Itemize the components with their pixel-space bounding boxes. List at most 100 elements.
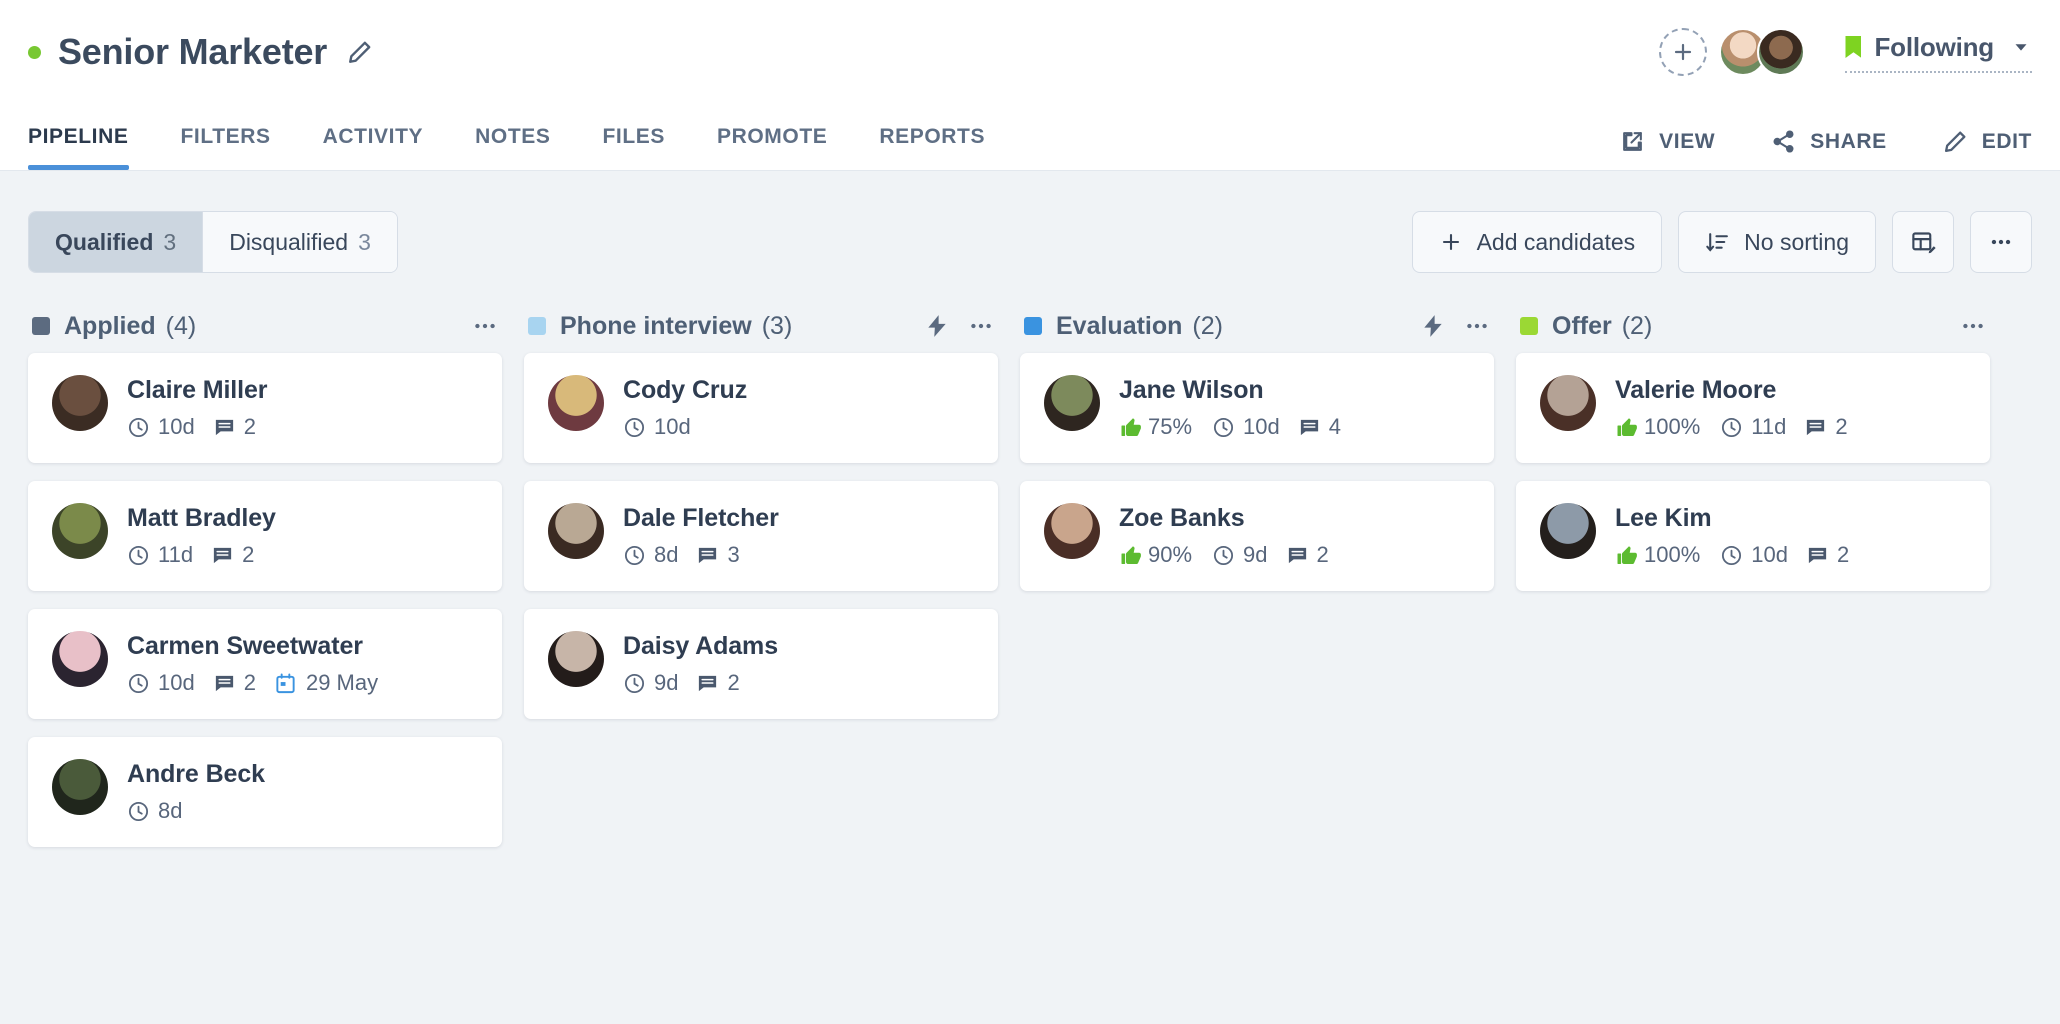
comments-count: 2 — [727, 670, 740, 696]
candidate-card[interactable]: Jane Wilson 75% 10d 4 — [1020, 353, 1494, 463]
days-meta: 10d — [1212, 414, 1280, 440]
pipeline-toolbar: Qualified 3 Disqualified 3 Add candidate… — [0, 171, 2060, 277]
candidate-meta-row: 100% 10d 2 — [1615, 542, 1966, 568]
sorting-button[interactable]: No sorting — [1678, 211, 1876, 273]
tab-files[interactable]: FILES — [602, 104, 665, 170]
date-value: 29 May — [305, 670, 379, 696]
candidate-list: Claire Miller 10d 2 Matt Bradley 11d 2 Carmen … — [28, 353, 502, 847]
table-edit-icon — [1910, 229, 1937, 256]
candidate-card[interactable]: Matt Bradley 11d 2 — [28, 481, 502, 591]
calendar-icon — [274, 672, 297, 695]
tab-notes[interactable]: NOTES — [475, 104, 550, 170]
candidate-card[interactable]: Claire Miller 10d 2 — [28, 353, 502, 463]
candidate-meta-row: 8d 3 — [623, 542, 974, 568]
comments-count: 2 — [1837, 542, 1850, 568]
bookmark-icon — [1845, 36, 1862, 58]
candidate-card[interactable]: Cody Cruz 10d — [524, 353, 998, 463]
column-header: Offer (2) — [1516, 299, 1990, 353]
add-follower-button[interactable] — [1659, 28, 1708, 76]
segment-disqualified[interactable]: Disqualified 3 — [202, 212, 397, 272]
stage-color-swatch — [1520, 317, 1538, 335]
comment-icon — [696, 672, 719, 695]
candidate-info: Cody Cruz 10d — [623, 375, 974, 440]
avatar — [548, 375, 604, 431]
ellipsis-icon[interactable] — [968, 313, 994, 339]
comments-meta: 2 — [1804, 414, 1848, 440]
tab-filters[interactable]: FILTERS — [181, 104, 271, 170]
comments-meta: 2 — [211, 542, 254, 568]
ellipsis-icon[interactable] — [472, 313, 498, 339]
clock-icon — [1212, 544, 1235, 567]
tab-promote[interactable]: PROMOTE — [717, 104, 827, 170]
following-dropdown[interactable]: Following — [1845, 32, 2032, 73]
candidate-meta-row: 75% 10d 4 — [1119, 414, 1470, 440]
candidate-card[interactable]: Daisy Adams 9d 2 — [524, 609, 998, 719]
candidate-card[interactable]: Dale Fletcher 8d 3 — [524, 481, 998, 591]
follower-avatars[interactable] — [1719, 28, 1806, 76]
candidate-card[interactable]: Zoe Banks 90% 9d 2 — [1020, 481, 1494, 591]
view-button[interactable]: VIEW — [1620, 129, 1715, 154]
lightning-bolt-icon[interactable] — [1420, 313, 1446, 339]
days-meta: 11d — [127, 542, 193, 568]
comments-count: 2 — [1316, 542, 1329, 568]
pipeline-column: Phone interview (3) Cody Cruz 10d Dale Fletc… — [524, 299, 998, 719]
candidate-card[interactable]: Lee Kim 100% 10d 2 — [1516, 481, 1990, 591]
avatar[interactable] — [1757, 28, 1806, 76]
clock-icon — [623, 544, 646, 567]
comments-count: 2 — [243, 414, 256, 440]
days-meta: 8d — [127, 798, 182, 824]
qualification-filter-group: Qualified 3 Disqualified 3 — [28, 211, 398, 273]
ellipsis-icon[interactable] — [1960, 313, 1986, 339]
candidate-card[interactable]: Valerie Moore 100% 11d 2 — [1516, 353, 1990, 463]
share-button[interactable]: SHARE — [1771, 129, 1887, 154]
comments-meta: 4 — [1298, 414, 1341, 440]
more-options-button[interactable] — [1970, 211, 2032, 273]
tab-pipeline[interactable]: PIPELINE — [28, 104, 129, 170]
comments-meta: 3 — [696, 542, 740, 568]
candidate-name: Cody Cruz — [623, 376, 748, 404]
candidate-name: Valerie Moore — [1615, 376, 1777, 404]
rating-value: 100% — [1644, 542, 1701, 568]
column-header: Applied (4) — [28, 299, 502, 353]
days-meta: 9d — [1212, 542, 1268, 568]
days-value: 8d — [654, 542, 679, 568]
stage-name: Offer — [1552, 311, 1612, 340]
segment-qualified[interactable]: Qualified 3 — [29, 212, 203, 272]
tab-activity[interactable]: ACTIVITY — [323, 104, 423, 170]
candidate-card[interactable]: Andre Beck 8d — [28, 737, 502, 847]
avatar — [52, 631, 108, 687]
candidate-card[interactable]: Carmen Sweetwater 10d 2 29 May — [28, 609, 502, 719]
candidate-info: Dale Fletcher 8d 3 — [623, 503, 974, 568]
candidate-info: Andre Beck 8d — [127, 759, 478, 824]
candidate-meta-row: 10d 2 29 May — [127, 670, 478, 696]
tab-reports[interactable]: REPORTS — [879, 104, 985, 170]
lightning-bolt-icon[interactable] — [924, 313, 950, 339]
days-value: 11d — [1751, 414, 1787, 440]
clock-icon — [127, 800, 150, 823]
ellipsis-icon[interactable] — [1464, 313, 1490, 339]
days-value: 10d — [158, 670, 195, 696]
header-top-row: Senior Marketer Following — [28, 0, 2032, 104]
candidate-info: Claire Miller 10d 2 — [127, 375, 478, 440]
view-label: VIEW — [1659, 129, 1716, 153]
comments-meta: 2 — [213, 670, 256, 696]
comments-meta: 2 — [1806, 542, 1849, 568]
edit-button[interactable]: EDIT — [1943, 129, 2032, 154]
pipeline-column: Evaluation (2) Jane Wilson 75% 10d 4 Zoe Banks… — [1020, 299, 1494, 591]
tabs: PIPELINE FILTERS ACTIVITY NOTES FILES PR… — [28, 104, 1037, 170]
table-edit-button[interactable] — [1892, 211, 1954, 273]
days-meta: 10d — [127, 414, 195, 440]
clock-icon — [1720, 544, 1743, 567]
column-header: Evaluation (2) — [1020, 299, 1494, 353]
job-status-dot — [28, 45, 41, 59]
days-value: 11d — [158, 542, 194, 568]
add-candidates-button[interactable]: Add candidates — [1411, 211, 1663, 273]
share-icon — [1771, 129, 1796, 154]
header-top-right: Following — [1659, 28, 2032, 76]
column-header: Phone interview (3) — [524, 299, 998, 353]
comment-icon — [696, 544, 719, 567]
clock-icon — [1720, 416, 1743, 439]
stage-color-swatch — [32, 317, 50, 335]
comment-icon — [1806, 544, 1829, 567]
pencil-icon[interactable] — [347, 39, 373, 65]
